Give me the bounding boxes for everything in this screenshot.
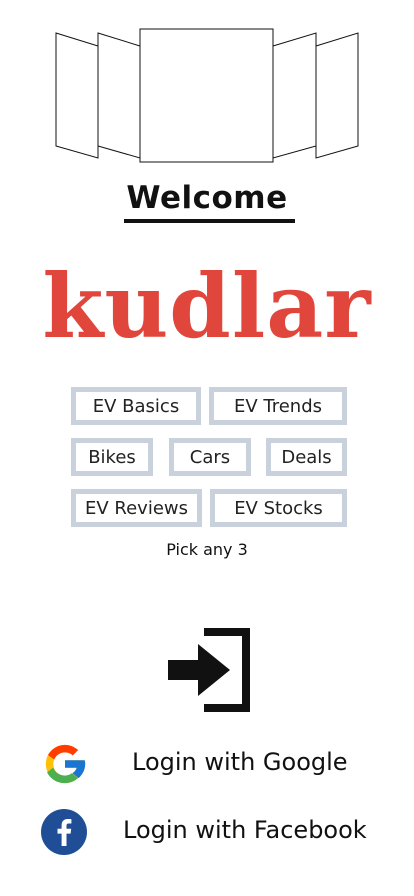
login-google-button[interactable]: Login with Google bbox=[0, 734, 414, 794]
facebook-icon bbox=[41, 809, 87, 855]
chip-deals[interactable]: Deals bbox=[266, 438, 347, 476]
pick-hint-text: Pick any 3 bbox=[166, 540, 248, 559]
welcome-underline bbox=[124, 219, 295, 223]
chip-ev-trends[interactable]: EV Trends bbox=[209, 387, 347, 425]
onboarding-carousel[interactable] bbox=[0, 0, 414, 175]
welcome-heading: Welcome bbox=[126, 180, 288, 216]
login-facebook-label: Login with Facebook bbox=[123, 816, 367, 844]
login-facebook-button[interactable]: Login with Facebook bbox=[0, 802, 414, 862]
carousel-card-center bbox=[139, 28, 274, 163]
sign-in-icon[interactable] bbox=[164, 624, 256, 716]
carousel-card-far-left bbox=[55, 32, 99, 159]
chip-bikes[interactable]: Bikes bbox=[71, 438, 153, 476]
carousel-card-left bbox=[97, 32, 141, 159]
chip-cars[interactable]: Cars bbox=[169, 438, 251, 476]
chip-ev-stocks[interactable]: EV Stocks bbox=[210, 489, 347, 527]
chip-ev-basics[interactable]: EV Basics bbox=[71, 387, 201, 425]
chip-ev-reviews[interactable]: EV Reviews bbox=[71, 489, 202, 527]
brand-logo: kudlar bbox=[42, 254, 372, 358]
google-icon bbox=[45, 744, 86, 784]
login-google-label: Login with Google bbox=[132, 748, 348, 776]
carousel-card-far-right bbox=[315, 32, 359, 159]
carousel-card-right bbox=[272, 32, 317, 159]
